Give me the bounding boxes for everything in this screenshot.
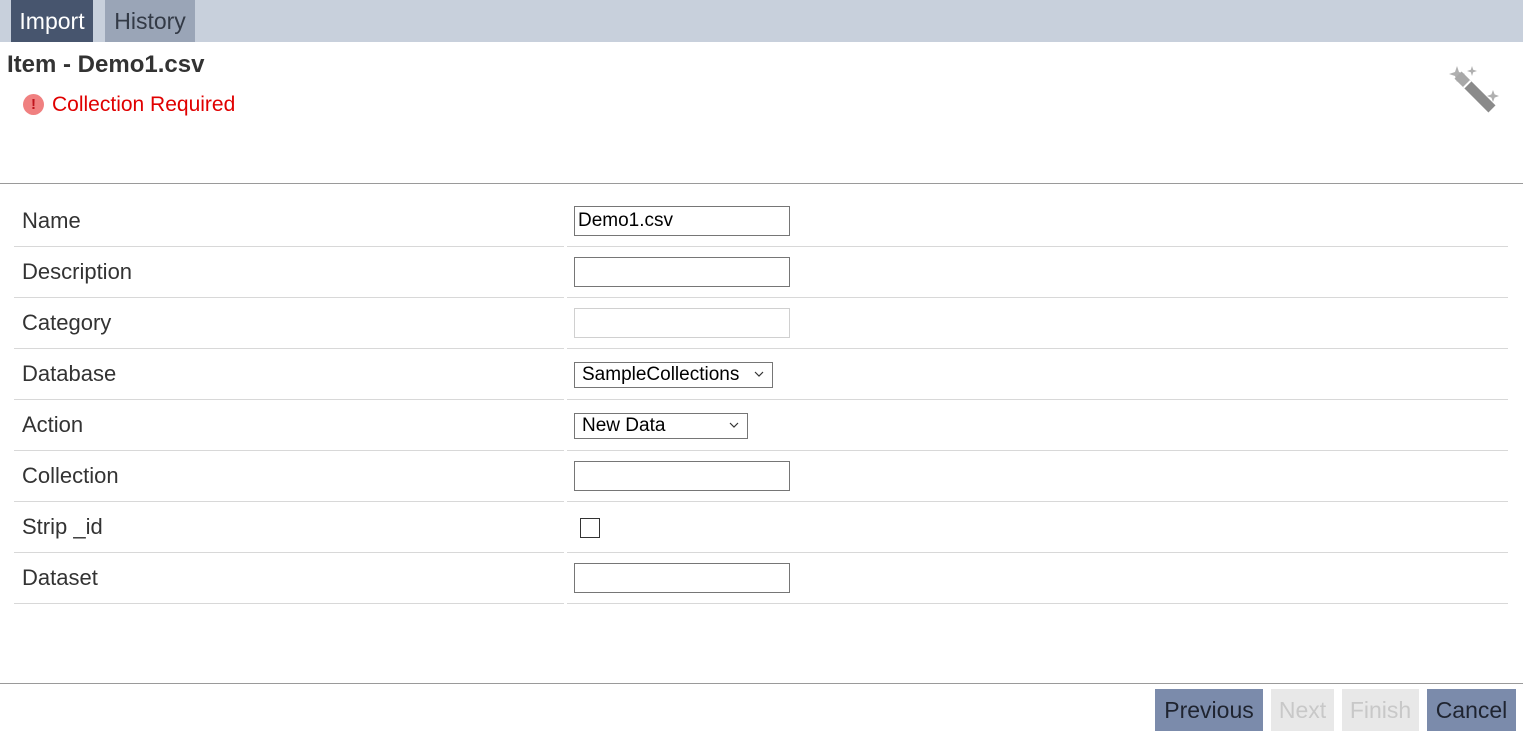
cancel-button[interactable]: Cancel [1427,689,1516,731]
form-row-name: Name [14,196,1508,247]
collection-input[interactable] [574,461,790,491]
dataset-label: Dataset [22,565,98,590]
form-row-description: Description [14,247,1508,298]
action-label: Action [22,412,84,437]
exclamation-circle-icon: ! [23,94,44,115]
tab-history[interactable]: History [105,0,195,42]
name-label: Name [22,208,81,233]
name-input[interactable] [574,206,790,236]
form-row-dataset: Dataset [14,553,1508,604]
header-divider [0,183,1523,184]
next-button[interactable]: Next [1271,689,1334,731]
previous-button[interactable]: Previous [1155,689,1263,731]
description-input[interactable] [574,257,790,287]
dataset-input[interactable] [574,563,790,593]
category-input [574,308,790,338]
database-label: Database [22,361,117,386]
footer-divider [0,683,1523,684]
tab-import[interactable]: Import [11,0,93,42]
strip-id-label: Strip _id [22,514,103,539]
strip-id-checkbox[interactable] [580,518,600,538]
collection-label: Collection [22,463,119,488]
action-select-value: New Data [582,415,666,436]
form-row-action: Action New Data [14,400,1508,451]
error-text: Collection Required [52,93,236,116]
magic-wand-icon[interactable] [1447,62,1503,118]
form-row-database: Database SampleCollections [14,349,1508,400]
database-select[interactable]: SampleCollections [574,362,773,388]
form-row-category: Category [14,298,1508,349]
form-row-collection: Collection [14,451,1508,502]
description-label: Description [22,259,133,284]
category-label: Category [22,310,112,335]
page-title: Item - Demo1.csv [7,51,205,78]
database-select-value: SampleCollections [582,364,740,385]
finish-button[interactable]: Finish [1342,689,1419,731]
form-row-strip-id: Strip _id [14,502,1508,553]
chevron-down-icon [754,371,764,377]
tab-bar: Import History [0,0,1523,42]
chevron-down-icon [729,422,739,428]
action-select[interactable]: New Data [574,413,748,439]
